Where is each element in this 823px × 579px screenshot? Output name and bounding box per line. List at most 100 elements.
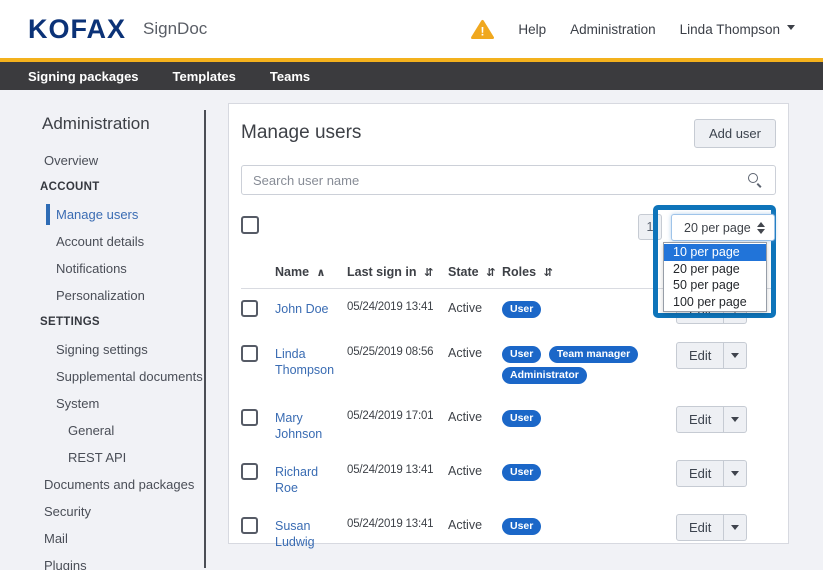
column-header-last-sign-in[interactable]: Last sign in ⇵	[347, 265, 448, 279]
sort-both-icon[interactable]: ⇵	[544, 267, 553, 279]
column-header-roles[interactable]: Roles ⇵	[502, 265, 676, 279]
sidebar-item-system[interactable]: System	[0, 390, 204, 417]
edit-dropdown-button[interactable]	[724, 342, 747, 369]
dropdown-option-100[interactable]: 100 per page	[664, 294, 766, 311]
user-name: Linda Thompson	[680, 22, 780, 37]
edit-dropdown-button[interactable]	[724, 514, 747, 541]
svg-text:!: !	[481, 24, 485, 38]
chevron-down-icon	[731, 353, 739, 358]
column-header-state[interactable]: State ⇵	[448, 265, 502, 279]
edit-dropdown-button[interactable]	[724, 406, 747, 433]
select-arrows-icon	[757, 222, 765, 234]
dropdown-option-20[interactable]: 20 per page	[664, 261, 766, 278]
page-title: Manage users	[241, 122, 361, 144]
user-name-link[interactable]: John Doe	[275, 301, 333, 317]
last-sign-in-value: 05/25/2019 08:56	[347, 346, 448, 358]
dropdown-option-50[interactable]: 50 per page	[664, 277, 766, 294]
sidebar-item-manage-users[interactable]: Manage users	[0, 201, 204, 228]
edit-button[interactable]: Edit	[676, 342, 724, 369]
search-icon[interactable]	[747, 172, 763, 188]
edit-button[interactable]: Edit	[676, 460, 724, 487]
page-size-dropdown: 10 per page 20 per page 50 per page 100 …	[663, 242, 767, 312]
edit-dropdown-button[interactable]	[724, 460, 747, 487]
user-menu[interactable]: Linda Thompson	[680, 22, 795, 37]
state-value: Active	[448, 410, 502, 424]
state-value: Active	[448, 518, 502, 532]
sidebar-section-settings: SETTINGS	[0, 309, 204, 336]
administration-link[interactable]: Administration	[570, 22, 656, 37]
role-badge: User	[502, 410, 541, 427]
row-checkbox[interactable]	[241, 463, 258, 480]
table-row: Mary Johnson 05/24/2019 17:01 Active Use…	[241, 398, 776, 452]
chevron-down-icon	[787, 25, 795, 30]
sidebar-item-personalization[interactable]: Personalization	[0, 282, 204, 309]
edit-button[interactable]: Edit	[676, 514, 724, 541]
sidebar-item-supplemental-documents[interactable]: Supplemental documents	[0, 363, 204, 390]
state-value: Active	[448, 464, 502, 478]
row-checkbox[interactable]	[241, 300, 258, 317]
select-all-checkbox[interactable]	[241, 216, 259, 234]
chevron-down-icon	[731, 471, 739, 476]
role-badge: User	[502, 464, 541, 481]
page-size-select[interactable]: 20 per page	[671, 214, 775, 241]
user-name-link[interactable]: Linda Thompson	[275, 346, 347, 378]
user-name-link[interactable]: Susan Ludwig	[275, 518, 347, 550]
sidebar-item-mail[interactable]: Mail	[0, 525, 204, 552]
row-checkbox[interactable]	[241, 345, 258, 362]
nav-templates[interactable]: Templates	[173, 69, 236, 84]
header-right: ! Help Administration Linda Thompson	[471, 0, 795, 58]
sidebar: Administration Overview ACCOUNT Manage u…	[0, 90, 204, 579]
app-header: KOFAX SignDoc ! Help Administration Lind…	[0, 0, 823, 58]
manage-users-panel: Manage users Add user 1 20 per page Name…	[228, 103, 789, 544]
dropdown-option-10[interactable]: 10 per page	[664, 244, 766, 261]
product-name: SignDoc	[143, 19, 207, 39]
column-header-name[interactable]: Name ∧	[275, 265, 347, 279]
sort-both-icon[interactable]: ⇵	[486, 267, 495, 279]
row-checkbox[interactable]	[241, 409, 258, 426]
sidebar-item-signing-settings[interactable]: Signing settings	[0, 336, 204, 363]
chevron-down-icon	[731, 417, 739, 422]
sidebar-item-general[interactable]: General	[0, 417, 204, 444]
edit-split-button: Edit	[676, 514, 747, 541]
state-value: Active	[448, 301, 502, 315]
user-name-link[interactable]: Mary Johnson	[275, 410, 347, 442]
add-user-button[interactable]: Add user	[694, 119, 776, 148]
role-badge: User	[502, 301, 541, 318]
last-sign-in-value: 05/24/2019 13:41	[347, 464, 448, 476]
state-value: Active	[448, 346, 502, 360]
page-size-value: 20 per page	[684, 221, 751, 235]
sort-both-icon[interactable]: ⇵	[424, 267, 433, 279]
nav-teams[interactable]: Teams	[270, 69, 310, 84]
role-badge: Team manager	[549, 346, 638, 363]
search-input[interactable]	[241, 165, 776, 195]
role-badge: Administrator	[502, 367, 587, 384]
sidebar-item-notifications[interactable]: Notifications	[0, 255, 204, 282]
table-row: Richard Roe 05/24/2019 13:41 Active User…	[241, 452, 776, 506]
edit-button[interactable]: Edit	[676, 406, 724, 433]
page-1-button[interactable]: 1	[638, 214, 662, 240]
sidebar-item-documents-and-packages[interactable]: Documents and packages	[0, 471, 204, 498]
user-name-link[interactable]: Richard Roe	[275, 464, 347, 496]
help-link[interactable]: Help	[518, 22, 546, 37]
row-checkbox[interactable]	[241, 517, 258, 534]
edit-split-button: Edit	[676, 460, 747, 487]
sidebar-item-security[interactable]: Security	[0, 498, 204, 525]
table-row: Susan Ludwig 05/24/2019 13:41 Active Use…	[241, 506, 776, 560]
edit-split-button: Edit	[676, 406, 747, 433]
main-nav: Signing packages Templates Teams	[0, 62, 823, 90]
nav-signing-packages[interactable]: Signing packages	[28, 69, 139, 84]
sort-asc-icon[interactable]: ∧	[317, 267, 326, 279]
sidebar-section-account: ACCOUNT	[0, 174, 204, 201]
sidebar-title: Administration	[0, 114, 204, 134]
last-sign-in-value: 05/24/2019 17:01	[347, 410, 448, 422]
chevron-down-icon	[731, 525, 739, 530]
warning-icon[interactable]: !	[471, 19, 494, 40]
edit-split-button: Edit	[676, 342, 747, 369]
last-sign-in-value: 05/24/2019 13:41	[347, 518, 448, 530]
last-sign-in-value: 05/24/2019 13:41	[347, 301, 448, 313]
sidebar-item-overview[interactable]: Overview	[0, 147, 204, 174]
sidebar-item-account-details[interactable]: Account details	[0, 228, 204, 255]
sidebar-item-rest-api[interactable]: REST API	[0, 444, 204, 471]
kofax-logo: KOFAX	[28, 14, 126, 45]
sidebar-divider	[204, 110, 206, 568]
